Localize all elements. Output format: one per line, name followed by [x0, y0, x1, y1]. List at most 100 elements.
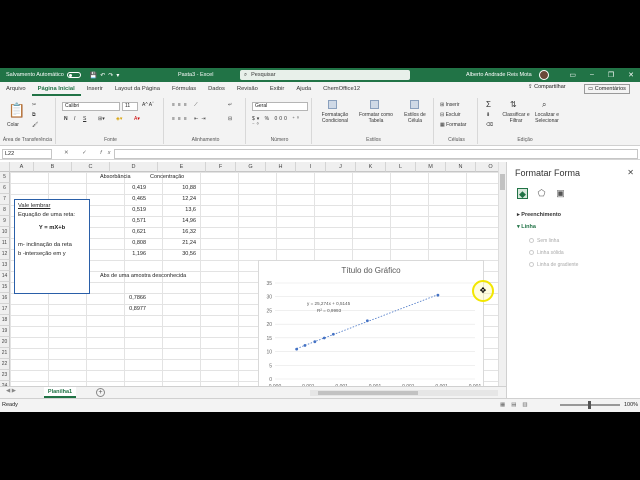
cond-format-button[interactable]: Formatação Condicional [318, 112, 352, 124]
absorbance-cell[interactable]: 0,519 [110, 205, 146, 216]
sheet-tab-planilha1[interactable]: Planilha1 [44, 387, 76, 398]
column-header[interactable]: A [10, 162, 34, 172]
font-size-select[interactable]: 11 [122, 102, 138, 111]
header-absorbance[interactable]: Absorbância [100, 172, 131, 183]
minimize-icon[interactable]: – [590, 71, 594, 79]
formula-input[interactable] [114, 149, 638, 159]
unknown-value-1[interactable]: 0,7866 [112, 293, 146, 304]
row-header[interactable]: 23 [0, 370, 10, 381]
row-header[interactable]: 20 [0, 337, 10, 348]
column-header[interactable]: D [110, 162, 158, 172]
close-icon[interactable]: ✕ [628, 71, 634, 79]
column-header[interactable]: K [356, 162, 386, 172]
grow-font-icon[interactable]: A^ Aˇ [142, 102, 154, 108]
column-header[interactable]: E [158, 162, 206, 172]
column-header[interactable]: B [34, 162, 72, 172]
paste-icon[interactable]: 📋 [8, 102, 25, 119]
unknown-label[interactable]: Abs de uma amostra desconhecida [100, 271, 186, 282]
row-header[interactable]: 13 [0, 260, 10, 271]
pane-section-fill[interactable]: ▸ Preenchimento [517, 212, 561, 218]
borders-icon[interactable]: ⊞▾ [98, 116, 105, 122]
tab-inserir[interactable]: Inserir [81, 82, 109, 96]
tab-chemoffice[interactable]: ChemOffice12 [317, 82, 366, 96]
row-header[interactable]: 17 [0, 304, 10, 315]
header-concentration[interactable]: Concentração [150, 172, 184, 183]
number-format-select[interactable]: Geral [252, 102, 308, 111]
row-header[interactable]: 21 [0, 348, 10, 359]
find-select-button[interactable]: Localizar e Selecionar [532, 112, 562, 124]
horizontal-scrollbar[interactable] [310, 390, 498, 396]
effects-icon[interactable]: ⬠ [536, 188, 547, 199]
font-color-icon[interactable]: A▾ [134, 116, 140, 122]
column-header[interactable]: H [266, 162, 296, 172]
delete-cells-button[interactable]: ⊟ Excluir [440, 112, 461, 118]
tab-pagina-inicial[interactable]: Página Inicial [31, 82, 81, 96]
sort-filter-button[interactable]: Classificar e Filtrar [502, 112, 530, 124]
view-mode-icons[interactable]: ▦▤▥ [500, 399, 534, 412]
row-header[interactable]: 10 [0, 227, 10, 238]
cond-format-icon[interactable] [328, 100, 337, 111]
find-icon[interactable]: ⌕ [542, 100, 546, 110]
row-header[interactable]: 16 [0, 293, 10, 304]
italic-button[interactable]: I [74, 116, 75, 122]
name-box[interactable]: L22 [2, 149, 52, 159]
absorbance-cell[interactable]: 0,571 [110, 216, 146, 227]
row-header[interactable]: 19 [0, 326, 10, 337]
share-button[interactable]: ⇪ Compartilhar [528, 84, 566, 90]
cell-styles-icon[interactable] [410, 100, 419, 111]
fill-icon[interactable]: ⬇ [486, 112, 490, 118]
tab-ajuda[interactable]: Ajuda [290, 82, 317, 96]
column-header[interactable]: L [386, 162, 416, 172]
scatter-chart[interactable]: Título do Gráfico 051015202530350.0000.0… [258, 260, 484, 396]
tab-arquivo[interactable]: Arquivo [0, 82, 32, 96]
column-header[interactable]: J [326, 162, 356, 172]
underline-button[interactable]: S [83, 116, 86, 122]
option-solid-line[interactable]: Linha sólida [529, 250, 564, 256]
horizontal-scroll-thumb[interactable] [318, 391, 418, 395]
absorbance-cell[interactable]: 0,621 [110, 227, 146, 238]
search-box[interactable]: ⌕ Pesquisar [240, 70, 410, 80]
column-header[interactable]: C [72, 162, 110, 172]
pane-section-line[interactable]: ▾ Linha [517, 224, 536, 230]
column-header[interactable]: I [296, 162, 326, 172]
quick-access-toolbar[interactable]: 💾↶↷▾ [90, 72, 123, 79]
option-no-line[interactable]: Sem linha [529, 238, 559, 244]
chart-plot-area[interactable]: 051015202530350.0000.0010.0010.0010.0010… [259, 261, 485, 397]
format-cells-button[interactable]: ▦ Formatar [440, 122, 466, 128]
pane-close-icon[interactable]: ✕ [627, 168, 634, 177]
insert-cells-button[interactable]: ⊞ Inserir [440, 102, 460, 108]
row-header[interactable]: 22 [0, 359, 10, 370]
row-header[interactable]: 14 [0, 271, 10, 282]
row-header[interactable]: 15 [0, 282, 10, 293]
number-format-icons[interactable]: $▾ % 000 ⁺⁰ ⁻⁰ [252, 116, 311, 128]
autosum-icon[interactable]: Σ [486, 100, 491, 109]
column-header[interactable]: G [236, 162, 266, 172]
column-header[interactable]: N [446, 162, 476, 172]
add-sheet-icon[interactable]: + [96, 388, 105, 397]
autosave-toggle[interactable] [66, 72, 81, 78]
zoom-slider[interactable] [560, 401, 620, 409]
solid-line-radio[interactable] [529, 250, 534, 256]
clear-icon[interactable]: ⌫ [486, 122, 493, 128]
concentration-cell[interactable]: 30,56 [160, 249, 196, 260]
wrap-text-icon[interactable]: ↵ [228, 102, 232, 108]
copy-icon[interactable]: ⧉ [32, 112, 36, 118]
gradient-line-radio[interactable] [529, 262, 534, 268]
concentration-cell[interactable]: 10,88 [160, 183, 196, 194]
note-textbox[interactable]: Vale lembrar Equação de uma reta: Y = mX… [14, 199, 90, 294]
tab-revisao[interactable]: Revisão [231, 82, 264, 96]
row-header[interactable]: 6 [0, 183, 10, 194]
size-properties-icon[interactable]: ▣ [555, 188, 566, 199]
ribbon-display-icon[interactable]: ▭ [569, 71, 576, 79]
vertical-scrollbar[interactable] [498, 162, 506, 386]
tab-formulas[interactable]: Fórmulas [166, 82, 202, 96]
format-painter-icon[interactable]: 🖌 [32, 122, 38, 128]
select-all-corner[interactable] [0, 162, 10, 172]
zoom-level[interactable]: 100% [624, 399, 638, 412]
cell-styles-button[interactable]: Estilos de Célula [400, 112, 430, 124]
avatar[interactable] [539, 70, 549, 80]
paste-button[interactable]: Colar [7, 122, 19, 128]
row-header[interactable]: 5 [0, 172, 10, 183]
vertical-scroll-thumb[interactable] [500, 174, 505, 190]
merge-icon[interactable]: ⊟ [228, 116, 232, 122]
